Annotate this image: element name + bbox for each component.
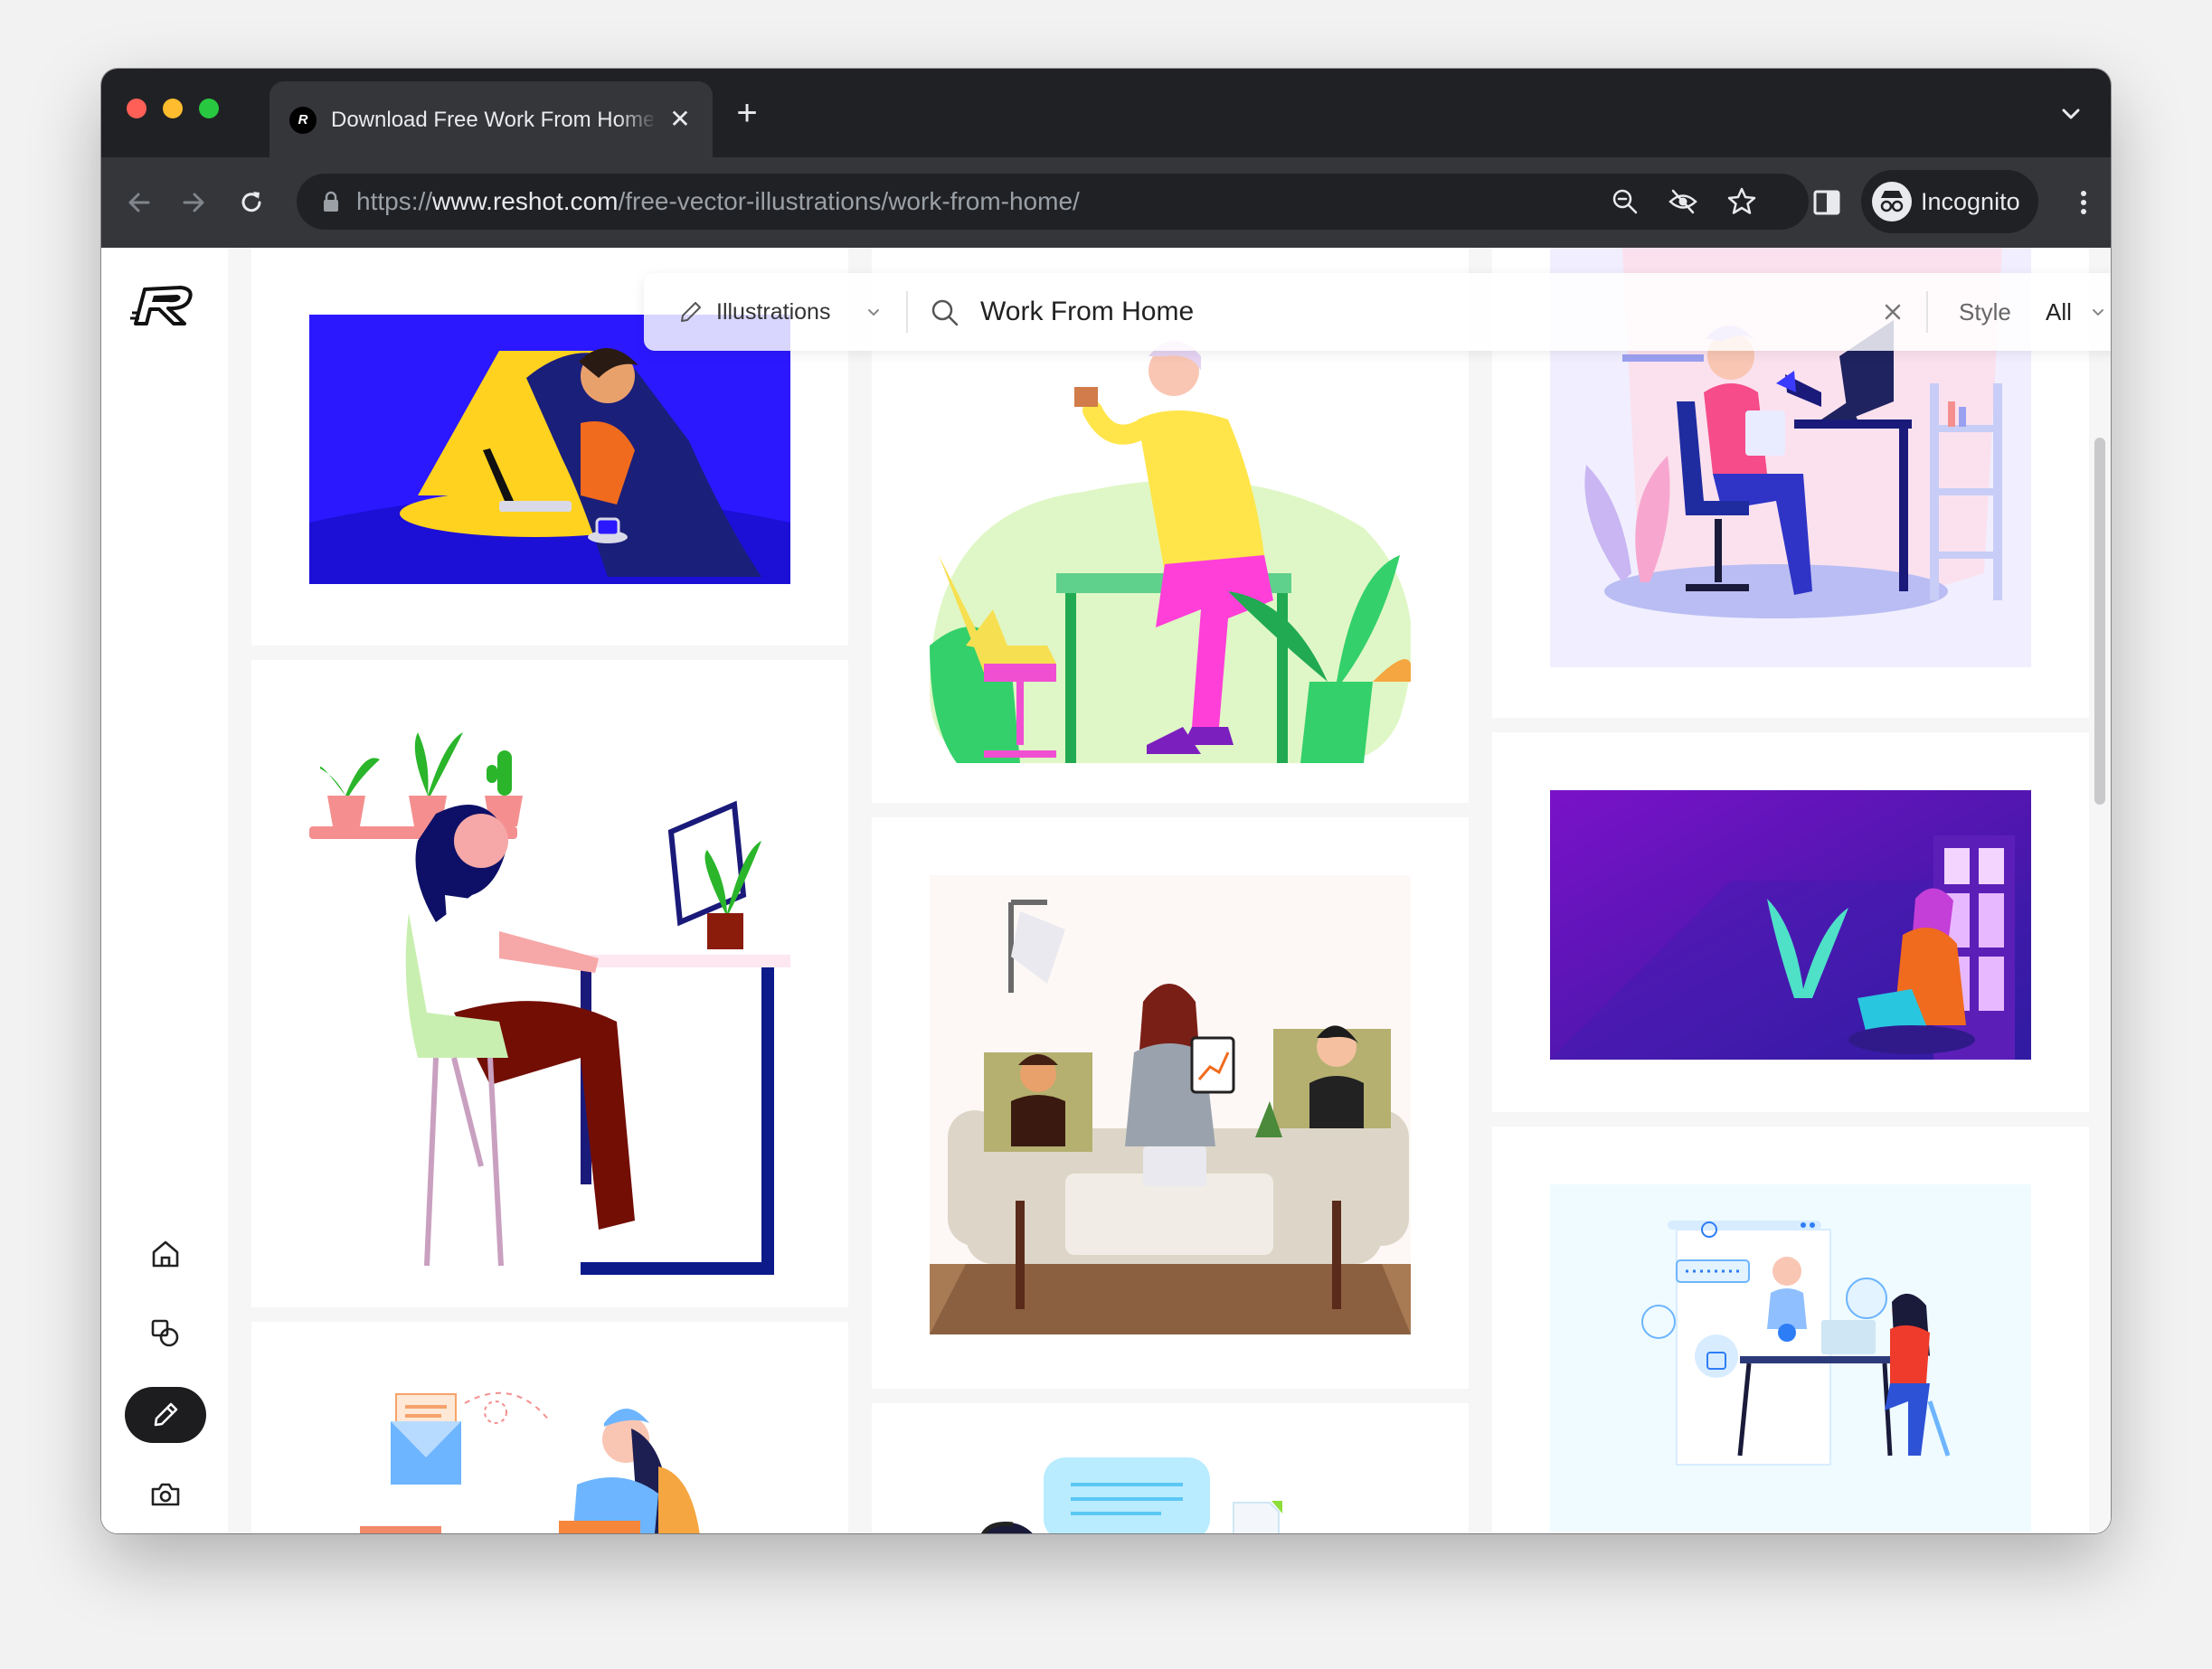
illustration-woman-mail-laptop [360,1391,700,1533]
eye-off-icon[interactable] [1668,186,1698,222]
pencil-icon [681,302,701,322]
tab-close-button[interactable]: ✕ [664,103,696,136]
clear-search-button[interactable] [1876,296,1909,328]
chevron-down-icon [2093,309,2103,316]
illustration-video-call-sofa [930,875,1411,1334]
illustration-man-stressed-laptop-night [309,315,790,584]
pencil-icon [154,1402,178,1427]
forward-arrow-icon[interactable] [177,186,210,219]
zoom-out-icon[interactable] [1610,186,1640,222]
illustration-gallery: Illustrations Work From Home Style All [228,248,2111,1533]
home-icon [152,1240,179,1268]
browser-window: R Download Free Work From Home Vector Il… [101,69,2111,1533]
search-input[interactable]: Work From Home [980,273,1194,351]
url-host: www.reshot.com [432,187,619,215]
illustration-man-coffee-desk-plants [930,341,1411,763]
address-bar[interactable]: https://www.reshot.com/free-vector-illus… [297,174,1809,230]
tab-active[interactable]: R Download Free Work From Home Vector Il… [269,81,713,157]
tab-search-chevron-icon[interactable] [2055,98,2087,130]
gallery-card[interactable] [872,817,1469,1389]
new-tab-button[interactable]: + [729,95,765,132]
gallery-card[interactable] [872,1403,1469,1533]
url-scheme: https:// [356,187,433,215]
gallery-card[interactable] [251,660,848,1307]
camera-icon [151,1483,180,1506]
gallery-card[interactable] [1492,732,2089,1112]
toolbar: https://www.reshot.com/free-vector-illus… [101,157,2111,248]
nav-illustrations[interactable] [125,1387,206,1443]
tab-title-fade [617,103,658,137]
incognito-label: Incognito [1921,188,2020,215]
url-path: /free-vector-illustrations/work-from-hom… [618,187,1080,215]
shapes-icon [151,1319,179,1347]
illustration-woman-typing-plants-shelf [309,732,790,1275]
page-content: Illustrations Work From Home Style All [101,248,2111,1533]
illustration-customer-service-desk [1550,1184,2031,1532]
lock-icon [320,190,342,218]
style-label: Style [1959,298,2011,325]
page-scrollbar[interactable] [2094,438,2105,805]
close-icon [1885,304,1901,320]
gallery-card[interactable] [251,1322,848,1533]
nav-photos[interactable] [125,1466,206,1523]
nav-shapes[interactable] [125,1306,206,1362]
style-divider [1926,291,1928,333]
kebab-menu-icon[interactable] [2067,186,2100,219]
reload-icon[interactable] [235,186,268,219]
url-text: https://www.reshot.com/free-vector-illus… [356,174,1080,230]
reshot-logo-icon[interactable] [128,278,201,334]
gallery-card[interactable] [1492,1127,2089,1533]
search-bar: Illustrations Work From Home Style All [644,273,2111,351]
reshot-favicon-icon: R [289,107,317,134]
illustration-woman-laptop-purple-night [1550,790,2031,1060]
site-sidebar [101,248,228,1533]
bookmark-star-icon[interactable] [1725,185,1758,222]
minimize-window-button[interactable] [163,99,183,118]
zoom-window-button[interactable] [199,99,219,118]
nav-home[interactable] [125,1226,206,1282]
incognito-icon [1872,182,1912,222]
chevron-down-icon [868,309,879,316]
style-dropdown[interactable]: All [2046,273,2103,351]
tab-title: Download Free Work From Home Vector Illu… [331,108,653,132]
asset-type-label: Illustrations [716,299,831,325]
close-window-button[interactable] [127,99,147,118]
incognito-profile-button[interactable]: Incognito [1861,170,2038,233]
tab-bar: R Download Free Work From Home Vector Il… [101,69,2111,157]
side-panel-icon[interactable] [1810,186,1843,219]
back-arrow-icon[interactable] [123,186,156,219]
style-value: All [2046,298,2072,325]
search-divider [906,291,908,333]
illustration-support-chat-bubbles [981,1457,1282,1533]
